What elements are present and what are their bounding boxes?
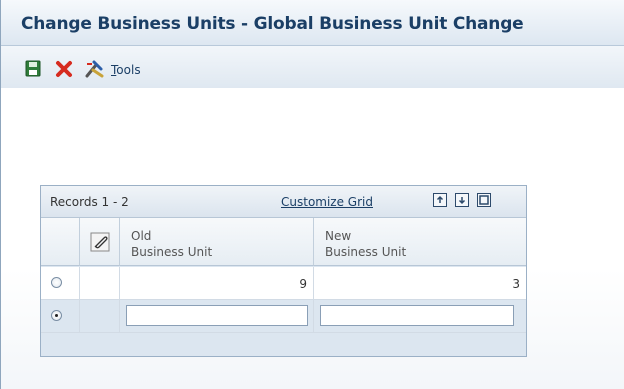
tools-label: ools xyxy=(116,63,141,77)
tools-icon xyxy=(85,60,104,78)
import-icon xyxy=(458,197,466,205)
export-icon xyxy=(436,195,444,203)
business-unit-grid: Records 1 - 2 Customize Grid Old Busines… xyxy=(40,185,527,357)
new-bu-header-line1: New xyxy=(325,229,352,243)
old-bu-header-line1: Old xyxy=(131,229,152,243)
old-business-unit-header[interactable]: Old Business Unit xyxy=(120,218,314,266)
title-bar: Change Business Units - Global Business … xyxy=(1,0,624,46)
row-select-radio[interactable] xyxy=(51,277,62,288)
new-bu-header-line2: Business Unit xyxy=(325,245,407,259)
new-business-unit-cell xyxy=(314,300,526,332)
old-business-unit-value: 9 xyxy=(299,277,307,291)
import-button[interactable] xyxy=(455,193,469,207)
customize-grid-link[interactable]: Customize Grid xyxy=(281,195,373,209)
attachment-column-header xyxy=(80,218,120,266)
page-title: Change Business Units - Global Business … xyxy=(21,14,524,34)
row-select-radio[interactable] xyxy=(51,310,62,321)
table-row xyxy=(41,300,526,333)
records-count: Records 1 - 2 xyxy=(50,195,129,209)
new-business-unit-header[interactable]: New Business Unit xyxy=(314,218,526,266)
export-button[interactable] xyxy=(433,193,447,207)
save-button[interactable] xyxy=(23,59,43,79)
new-business-unit-input[interactable] xyxy=(320,305,514,326)
row-attachment-cell xyxy=(80,267,120,299)
row-select-cell xyxy=(41,300,80,332)
toolbar: Tools xyxy=(1,46,624,88)
row-select-cell xyxy=(41,267,80,299)
old-bu-header-line2: Business Unit xyxy=(131,245,213,259)
tools-button[interactable] xyxy=(84,59,104,79)
new-business-unit-cell[interactable]: 3 xyxy=(314,267,526,299)
row-attachment-cell xyxy=(80,300,120,332)
old-business-unit-cell xyxy=(120,300,314,332)
maximize-grid-button[interactable] xyxy=(477,193,491,207)
old-business-unit-cell[interactable]: 9 xyxy=(120,267,314,299)
close-icon xyxy=(56,61,72,77)
select-column-header xyxy=(41,218,80,266)
new-business-unit-value: 3 xyxy=(512,277,520,291)
save-icon xyxy=(25,60,41,77)
tools-menu-link[interactable]: Tools xyxy=(111,63,141,77)
grid-header: Records 1 - 2 Customize Grid xyxy=(41,186,526,218)
table-row: 9 3 xyxy=(41,267,526,300)
attachment-icon xyxy=(90,232,110,252)
cancel-button[interactable] xyxy=(54,59,74,79)
old-business-unit-input[interactable] xyxy=(126,305,308,326)
maximize-icon xyxy=(479,195,489,205)
